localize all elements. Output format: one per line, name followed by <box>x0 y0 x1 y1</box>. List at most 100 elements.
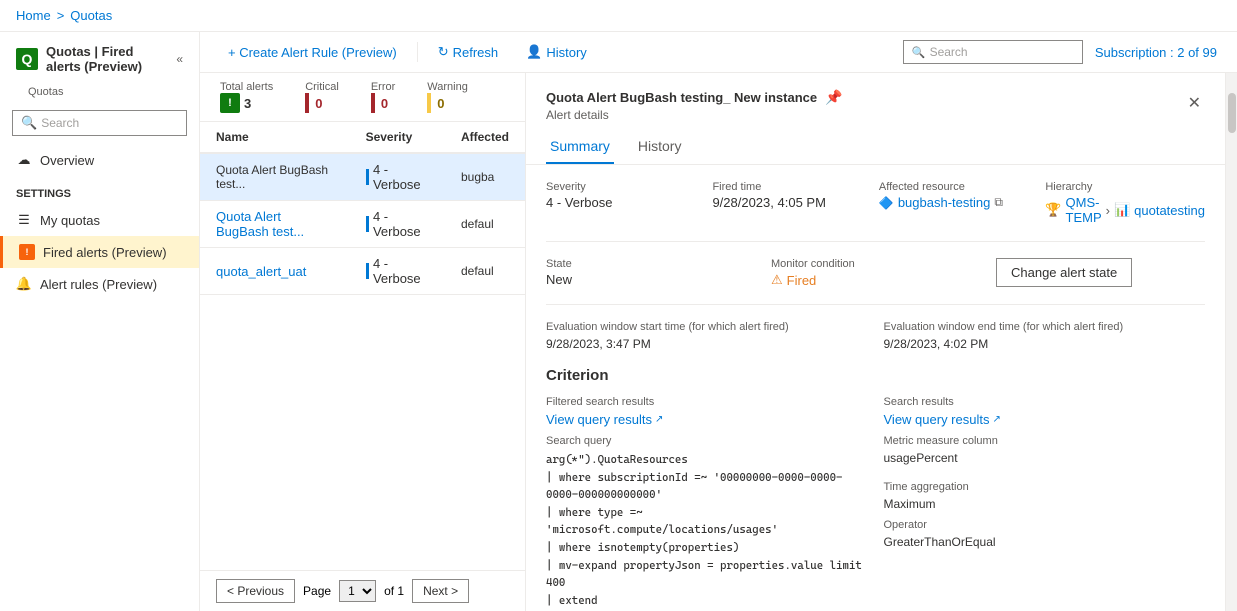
fired-alerts-icon: ! <box>19 244 35 260</box>
search-placeholder: Search <box>930 45 968 59</box>
page-select[interactable]: 1 <box>339 580 376 602</box>
sidebar-subtitle: Quotas <box>0 86 199 106</box>
sidebar-search-input[interactable]: 🔍 Search <box>12 110 187 136</box>
operator-field: Operator GreaterThanOrEqual <box>884 519 1206 549</box>
detail-tabs: Summary History <box>526 122 1225 165</box>
page-of-label: of 1 <box>384 584 404 598</box>
change-state-container: Change alert state <box>996 258 1205 287</box>
cell-affected: defaul <box>445 248 525 295</box>
cell-severity: 4 - Verbose <box>350 153 445 201</box>
affected-resource-field: Affected resource 🔷 bugbash-testing ⧉ <box>879 181 1029 225</box>
hierarchy-value: 🏆 QMS-TEMP › 📊 quotatesting <box>1045 195 1205 225</box>
search-query-value: arg(*").QuotaResources | where subscript… <box>546 451 868 611</box>
collapse-sidebar-button[interactable]: « <box>176 52 183 66</box>
sidebar-search-container: 🔍 Search <box>0 106 199 144</box>
external-link-icon-2: ↗ <box>992 414 1000 425</box>
history-icon: 👤 <box>526 44 542 60</box>
breadcrumb-sep1: > <box>57 8 65 23</box>
warning-bar <box>427 93 431 113</box>
refresh-icon: ↻ <box>438 44 449 60</box>
fired-time-field: Fired time 9/28/2023, 4:05 PM <box>712 181 862 225</box>
detail-panel: Quota Alert BugBash testing_ New instanc… <box>525 73 1225 611</box>
copy-icon[interactable]: ⧉ <box>994 195 1003 210</box>
cell-name[interactable]: Quota Alert BugBash test... <box>200 201 350 248</box>
cell-name[interactable]: Quota Alert BugBash test... <box>200 153 350 201</box>
subscription-filter: Subscription : 2 of 99 <box>1095 45 1217 60</box>
content-main: Total alerts ! 3 Critical 0 <box>200 73 1237 611</box>
col-name: Name <box>200 122 350 153</box>
eval-start-field: Evaluation window start time (for which … <box>546 321 868 351</box>
alerts-table-container: Name Severity Affected Quota Alert BugBa… <box>200 122 525 570</box>
history-button[interactable]: 👤 History <box>518 40 595 64</box>
detail-header-actions: ✕ <box>1184 89 1205 117</box>
sidebar-item-alert-rules[interactable]: 🔔 Alert rules (Preview) <box>0 268 199 300</box>
search-icon: 🔍 <box>21 115 37 131</box>
eval-grid: Evaluation window start time (for which … <box>546 321 1205 351</box>
table-row[interactable]: quota_alert_uat4 - Verbosedefaul <box>200 248 525 295</box>
table-row[interactable]: Quota Alert BugBash test...4 - Verbosebu… <box>200 153 525 201</box>
criterion-left: Filtered search results View query resul… <box>546 396 868 611</box>
warning-alerts-count: Warning 0 <box>427 81 468 113</box>
alert-rules-icon: 🔔 <box>16 276 32 292</box>
scrollbar-thumb[interactable] <box>1228 93 1236 133</box>
sidebar-search-placeholder: Search <box>41 116 79 130</box>
my-quotas-icon: ☰ <box>16 212 32 228</box>
breadcrumb-current[interactable]: Quotas <box>70 8 112 23</box>
col-affected: Affected <box>445 122 525 153</box>
breadcrumb-home[interactable]: Home <box>16 8 51 23</box>
sidebar-section-settings: Settings <box>0 176 199 204</box>
table-row[interactable]: Quota Alert BugBash test...4 - Verbosede… <box>200 201 525 248</box>
time-aggregation-field: Time aggregation Maximum <box>884 481 1206 511</box>
create-alert-rule-button[interactable]: + Create Alert Rule (Preview) <box>220 41 405 64</box>
hierarchy-sep: › <box>1106 203 1110 218</box>
alerts-summary-bar: Total alerts ! 3 Critical 0 <box>200 73 525 122</box>
hierarchy-qms-icon: 🏆 <box>1045 202 1061 218</box>
overview-icon: ☁ <box>16 152 32 168</box>
affected-resource-link[interactable]: 🔷 bugbash-testing ⧉ <box>879 195 1029 210</box>
state-field: State New <box>546 258 755 287</box>
detail-panel-header: Quota Alert BugBash testing_ New instanc… <box>526 73 1225 122</box>
monitor-condition-field: Monitor condition ⚠ Fired <box>771 258 980 288</box>
hierarchy-qms-link[interactable]: QMS-TEMP <box>1066 195 1102 225</box>
search-query-field: Search query arg(*").QuotaResources | wh… <box>546 435 868 611</box>
sidebar-item-my-quotas[interactable]: ☰ My quotas <box>0 204 199 236</box>
hierarchy-quota-link[interactable]: quotatesting <box>1134 203 1205 218</box>
detail-top-grid: Severity 4 - Verbose Fired time 9/28/202… <box>546 181 1205 242</box>
detail-subtitle: Alert details <box>546 106 1184 122</box>
eval-end-field: Evaluation window end time (for which al… <box>884 321 1206 351</box>
sidebar-header: Q Quotas | Fired alerts (Preview) « <box>0 32 199 86</box>
total-alert-icon: ! <box>220 93 240 113</box>
breadcrumb: Home > Quotas <box>0 0 1237 32</box>
pin-icon[interactable]: 📌 <box>825 89 842 106</box>
critical-alerts-count: Critical 0 <box>305 81 339 113</box>
search-results-field: Search results View query results ↗ <box>884 396 1206 427</box>
tab-history[interactable]: History <box>634 130 686 164</box>
toolbar-separator-1 <box>417 42 418 62</box>
cell-severity: 4 - Verbose <box>350 201 445 248</box>
sidebar-item-label-fired-alerts: Fired alerts (Preview) <box>43 245 167 260</box>
table-search-input[interactable]: 🔍 Search <box>903 40 1083 64</box>
external-link-icon-1: ↗ <box>655 414 663 425</box>
scrollbar[interactable] <box>1225 73 1237 611</box>
previous-button[interactable]: < Previous <box>216 579 295 603</box>
cell-affected: defaul <box>445 201 525 248</box>
severity-field: Severity 4 - Verbose <box>546 181 696 225</box>
cell-severity: 4 - Verbose <box>350 248 445 295</box>
left-content: Total alerts ! 3 Critical 0 <box>200 73 525 611</box>
tab-summary[interactable]: Summary <box>546 130 614 164</box>
view-query-results-link-2[interactable]: View query results ↗ <box>884 412 1206 427</box>
criterion-grid: Filtered search results View query resul… <box>546 396 1205 611</box>
next-button[interactable]: Next > <box>412 579 469 603</box>
page-title: Quotas | Fired alerts (Preview) <box>46 44 168 74</box>
search-icon-2: 🔍 <box>912 46 926 59</box>
close-detail-button[interactable]: ✕ <box>1184 89 1205 117</box>
sidebar-item-overview[interactable]: ☁ Overview <box>0 144 199 176</box>
resource-icon: 🔷 <box>879 196 894 210</box>
change-alert-state-button[interactable]: Change alert state <box>996 258 1132 287</box>
cell-name[interactable]: quota_alert_uat <box>200 248 350 295</box>
sidebar-item-fired-alerts[interactable]: ! Fired alerts (Preview) <box>0 236 199 268</box>
view-query-results-link-1[interactable]: View query results ↗ <box>546 412 868 427</box>
refresh-button[interactable]: ↻ Refresh <box>430 40 506 64</box>
criterion-right: Search results View query results ↗ Metr… <box>884 396 1206 611</box>
page-label: Page <box>303 584 331 598</box>
